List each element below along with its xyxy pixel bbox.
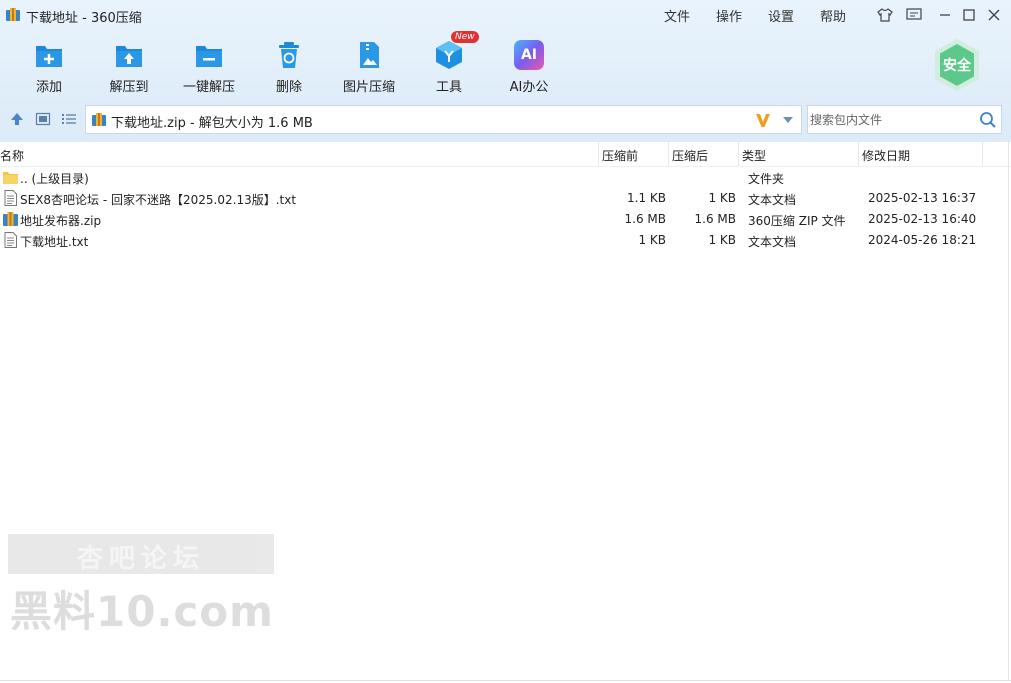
file-row[interactable]: SEX8杏吧论坛 - 回家不迷路【2025.02.13版】.txt 1.1 KB…	[0, 188, 1011, 209]
ai-icon-text: AI	[520, 47, 538, 63]
text-file-icon	[4, 232, 17, 248]
file-size-after: 1 KB	[708, 191, 736, 205]
one-click-extract-label: 一键解压	[182, 80, 235, 95]
file-list-header: 名称 压缩前 压缩后 类型 修改日期	[0, 142, 1011, 167]
menu-settings[interactable]: 设置	[768, 6, 794, 25]
status-divider	[0, 680, 1011, 681]
feedback-icon[interactable]	[905, 6, 923, 24]
tools-button[interactable]: 工具	[409, 36, 489, 95]
add-button[interactable]: 添加	[9, 36, 89, 95]
column-name[interactable]: 名称	[0, 147, 24, 164]
minimize-icon[interactable]	[936, 6, 954, 24]
menu-file[interactable]: 文件	[664, 6, 690, 25]
text-file-icon	[4, 190, 17, 206]
up-arrow-icon[interactable]	[9, 111, 25, 127]
address-path: 下载地址.zip - 解包大小为 1.6 MB	[111, 116, 313, 131]
file-name: SEX8杏吧论坛 - 回家不迷路【2025.02.13版】.txt	[20, 193, 297, 207]
extract-to-button[interactable]: 解压到	[89, 36, 169, 95]
file-size-before: 1.6 MB	[624, 212, 666, 226]
file-size-before: 1 KB	[638, 233, 666, 247]
search-box[interactable]	[807, 105, 1002, 134]
close-icon[interactable]	[985, 6, 1003, 24]
file-row-parent[interactable]: .. (上级目录) 文件夹	[0, 167, 1011, 188]
ai-icon: AI	[514, 40, 544, 70]
tools-cube-icon	[436, 41, 462, 69]
menu-help[interactable]: 帮助	[820, 6, 846, 25]
file-date: 2025-02-13 16:37	[868, 191, 977, 205]
extract-folder-icon	[116, 46, 142, 67]
maximize-icon[interactable]	[960, 6, 978, 24]
watermark-banner: 杏吧论坛	[8, 534, 274, 574]
file-size-before: 1.1 KB	[627, 191, 666, 205]
extract-to-label: 解压到	[109, 80, 149, 95]
column-divider[interactable]	[598, 142, 599, 166]
tools-label: 工具	[435, 80, 462, 95]
column-type[interactable]: 类型	[742, 147, 766, 164]
menu-edit[interactable]: 操作	[716, 6, 742, 25]
window-title: 下载地址 - 360压缩	[26, 11, 142, 26]
add-label: 添加	[35, 80, 62, 95]
column-uncompressed[interactable]: 压缩后	[672, 147, 708, 164]
delete-button[interactable]: 删除	[249, 36, 329, 95]
column-divider[interactable]	[738, 142, 739, 166]
file-date: 2025-02-13 16:40	[868, 212, 977, 226]
column-divider[interactable]	[982, 142, 983, 166]
safe-label: 安全	[943, 58, 971, 74]
add-folder-icon	[36, 46, 62, 67]
file-row[interactable]: 下载地址.txt 1 KB 1 KB 文本文档 2024-05-26 18:21	[0, 230, 1011, 251]
ai-office-label: AI办公	[509, 80, 549, 95]
image-compress-icon	[360, 42, 379, 68]
image-compress-label: 图片压缩	[342, 80, 395, 95]
watermark-text-1: 杏吧论坛	[76, 544, 205, 574]
file-type: 文件夹	[748, 172, 785, 186]
ai-office-button[interactable]: AI AI办公	[489, 36, 569, 95]
file-type: 文本文档	[748, 193, 797, 207]
new-badge: New	[451, 31, 479, 43]
file-size-after: 1 KB	[708, 233, 736, 247]
watermark-text-2: 黑料10.com	[10, 587, 274, 636]
skin-icon[interactable]	[876, 6, 894, 24]
list-view-icon[interactable]	[61, 111, 77, 127]
file-name: 地址发布器.zip	[20, 214, 102, 228]
file-name: 下载地址.txt	[20, 235, 89, 249]
address-bar[interactable]: 下载地址.zip - 解包大小为 1.6 MB	[85, 105, 802, 134]
title-bar: 下载地址 - 360压缩 文件 操作 设置 帮助	[0, 0, 1011, 30]
recycle-bin-icon	[279, 42, 299, 68]
file-name: .. (上级目录)	[20, 172, 89, 186]
thumbnail-view-icon[interactable]	[35, 111, 51, 127]
v-verified-icon[interactable]	[754, 111, 772, 129]
image-compress-button[interactable]: 图片压缩	[329, 36, 409, 95]
column-compressed[interactable]: 压缩前	[602, 147, 638, 164]
file-type: 文本文档	[748, 235, 797, 249]
one-click-extract-icon	[196, 46, 222, 67]
file-row[interactable]: 地址发布器.zip 1.6 MB 1.6 MB 360压缩 ZIP 文件 202…	[0, 209, 1011, 230]
search-icon[interactable]	[979, 111, 997, 129]
list-border	[1008, 142, 1009, 680]
file-type: 360压缩 ZIP 文件	[748, 214, 846, 228]
column-divider[interactable]	[668, 142, 669, 166]
column-modified[interactable]: 修改日期	[862, 147, 910, 164]
address-dropdown-icon[interactable]	[783, 117, 793, 123]
zip-archive-icon	[92, 113, 106, 126]
file-date: 2024-05-26 18:21	[868, 233, 977, 247]
delete-label: 删除	[275, 80, 302, 95]
one-click-extract-button[interactable]: 一键解压	[169, 36, 249, 95]
app-icon	[6, 8, 20, 21]
safe-badge[interactable]: 安全	[933, 38, 981, 92]
file-size-after: 1.6 MB	[694, 212, 736, 226]
search-input[interactable]	[810, 109, 970, 130]
folder-icon	[3, 172, 18, 184]
column-divider[interactable]	[858, 142, 859, 166]
zip-file-icon	[3, 212, 18, 226]
